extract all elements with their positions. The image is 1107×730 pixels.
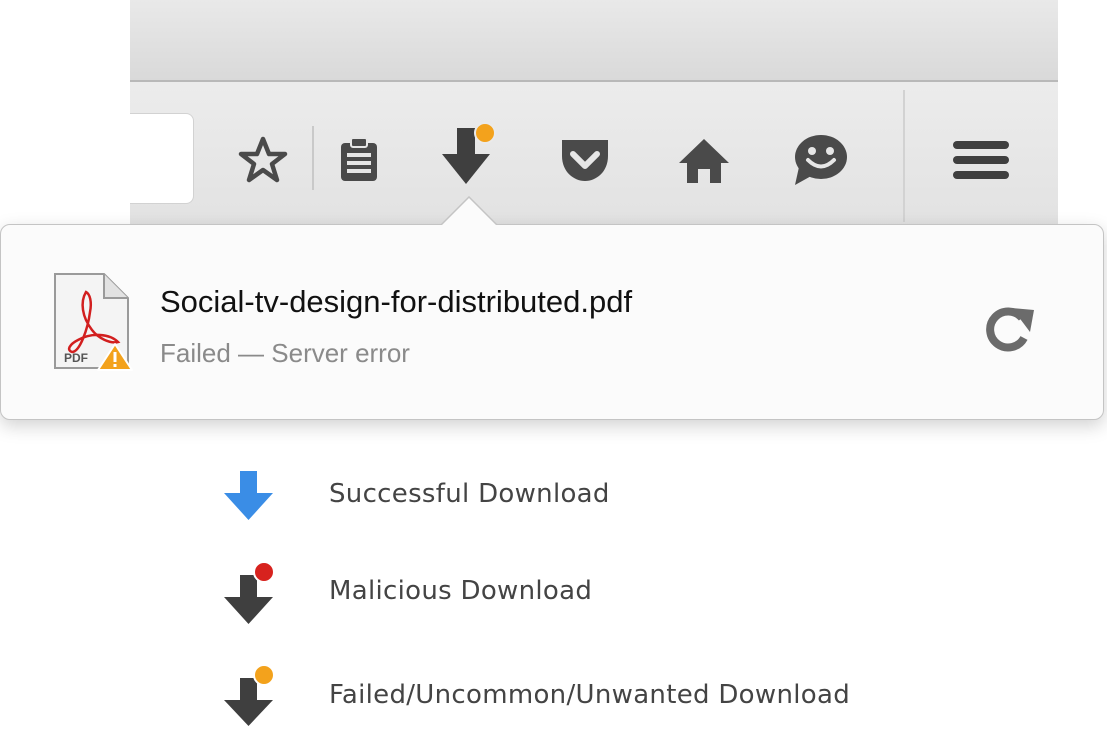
star-icon [238,136,288,183]
legend-item-malicious: Malicious Download [220,560,1000,624]
legend-item-successful: Successful Download [220,468,1000,528]
pdf-type-label: PDF [64,351,88,365]
download-icon [442,122,496,184]
screenshot-stage: PDF Social-tv-design-for-distributed.pdf… [0,0,1107,730]
legend-label: Malicious Download [329,576,593,606]
home-button[interactable] [674,130,734,190]
chat-button[interactable] [788,128,854,190]
panel-pointer-arrow [440,196,498,228]
reading-list-button[interactable] [330,130,388,190]
legend-label: Failed/Uncommon/Unwanted Download [329,680,851,710]
pdf-icon: PDF [54,273,133,371]
retry-icon [986,307,1034,352]
download-malicious-icon [224,561,275,624]
browser-titlebar [130,0,1058,82]
chat-icon [795,135,847,185]
legend-label: Successful Download [329,479,610,509]
download-item-status: Failed — Server error [160,338,410,368]
menu-icon [953,141,1009,179]
menu-button[interactable] [946,132,1016,188]
url-bar[interactable] [130,113,194,204]
download-item-file-icon: PDF [52,272,134,377]
toolbar-separator [903,90,905,222]
download-success-icon [224,471,273,520]
pocket-icon [562,140,608,181]
pocket-button[interactable] [552,128,618,190]
download-failed-icon [224,664,275,726]
toolbar-separator [312,126,314,190]
legend-item-failed: Failed/Uncommon/Unwanted Download [220,664,1000,726]
downloads-panel [0,224,1104,420]
download-button[interactable] [432,118,506,194]
home-icon [679,139,729,183]
bookmark-star-button[interactable] [228,130,298,190]
download-item-filename: Social-tv-design-for-distributed.pdf [160,284,633,319]
retry-download-button[interactable] [978,302,1038,358]
reading-list-icon [341,137,377,181]
